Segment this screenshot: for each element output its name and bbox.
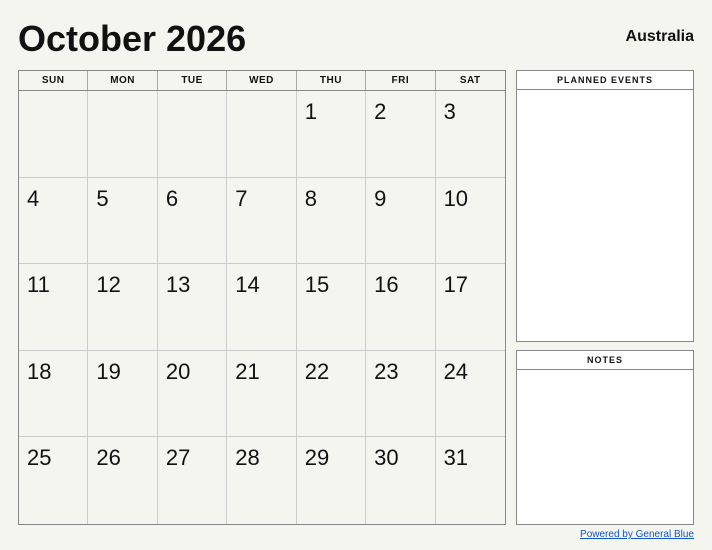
day-cell-14: 14 [227,264,296,351]
day-cell-20: 20 [158,351,227,438]
calendar-grid: 1234567891011121314151617181920212223242… [19,91,505,524]
month-title: October 2026 [18,18,246,60]
day-cell-13: 13 [158,264,227,351]
day-cell-5: 5 [88,178,157,265]
day-cell-6: 6 [158,178,227,265]
day-cell-17: 17 [436,264,505,351]
calendar-section: SUNMONTUEWEDTHUFRISAT 123456789101112131… [18,70,506,525]
day-cell-12: 12 [88,264,157,351]
notes-content [517,370,693,524]
planned-events-content [517,90,693,341]
day-header-fri: FRI [366,71,435,90]
notes-box: NOTES [516,350,694,525]
day-cell-3: 3 [436,91,505,178]
main-content: SUNMONTUEWEDTHUFRISAT 123456789101112131… [18,70,694,525]
day-headers: SUNMONTUEWEDTHUFRISAT [19,71,505,91]
page-header: October 2026 Australia [18,18,694,60]
day-cell-empty [158,91,227,178]
day-cell-10: 10 [436,178,505,265]
day-header-mon: MON [88,71,157,90]
day-cell-19: 19 [88,351,157,438]
day-cell-30: 30 [366,437,435,524]
day-cell-empty [88,91,157,178]
powered-by-link[interactable]: Powered by General Blue [580,529,694,540]
day-cell-9: 9 [366,178,435,265]
day-header-tue: TUE [158,71,227,90]
day-header-wed: WED [227,71,296,90]
day-cell-28: 28 [227,437,296,524]
planned-events-box: PLANNED EVENTS [516,70,694,342]
day-cell-22: 22 [297,351,366,438]
day-cell-29: 29 [297,437,366,524]
day-header-sat: SAT [436,71,505,90]
day-header-sun: SUN [19,71,88,90]
day-cell-11: 11 [19,264,88,351]
footer: Powered by General Blue [18,529,694,540]
country-title: Australia [626,28,694,46]
day-cell-8: 8 [297,178,366,265]
day-cell-4: 4 [19,178,88,265]
day-cell-empty [227,91,296,178]
day-cell-1: 1 [297,91,366,178]
day-cell-2: 2 [366,91,435,178]
day-cell-23: 23 [366,351,435,438]
day-cell-16: 16 [366,264,435,351]
day-cell-15: 15 [297,264,366,351]
planned-events-label: PLANNED EVENTS [517,71,693,90]
day-cell-21: 21 [227,351,296,438]
day-cell-empty [19,91,88,178]
sidebar: PLANNED EVENTS NOTES [516,70,694,525]
day-cell-26: 26 [88,437,157,524]
day-cell-25: 25 [19,437,88,524]
day-cell-31: 31 [436,437,505,524]
notes-label: NOTES [517,351,693,370]
day-cell-27: 27 [158,437,227,524]
day-cell-18: 18 [19,351,88,438]
day-header-thu: THU [297,71,366,90]
day-cell-7: 7 [227,178,296,265]
day-cell-24: 24 [436,351,505,438]
